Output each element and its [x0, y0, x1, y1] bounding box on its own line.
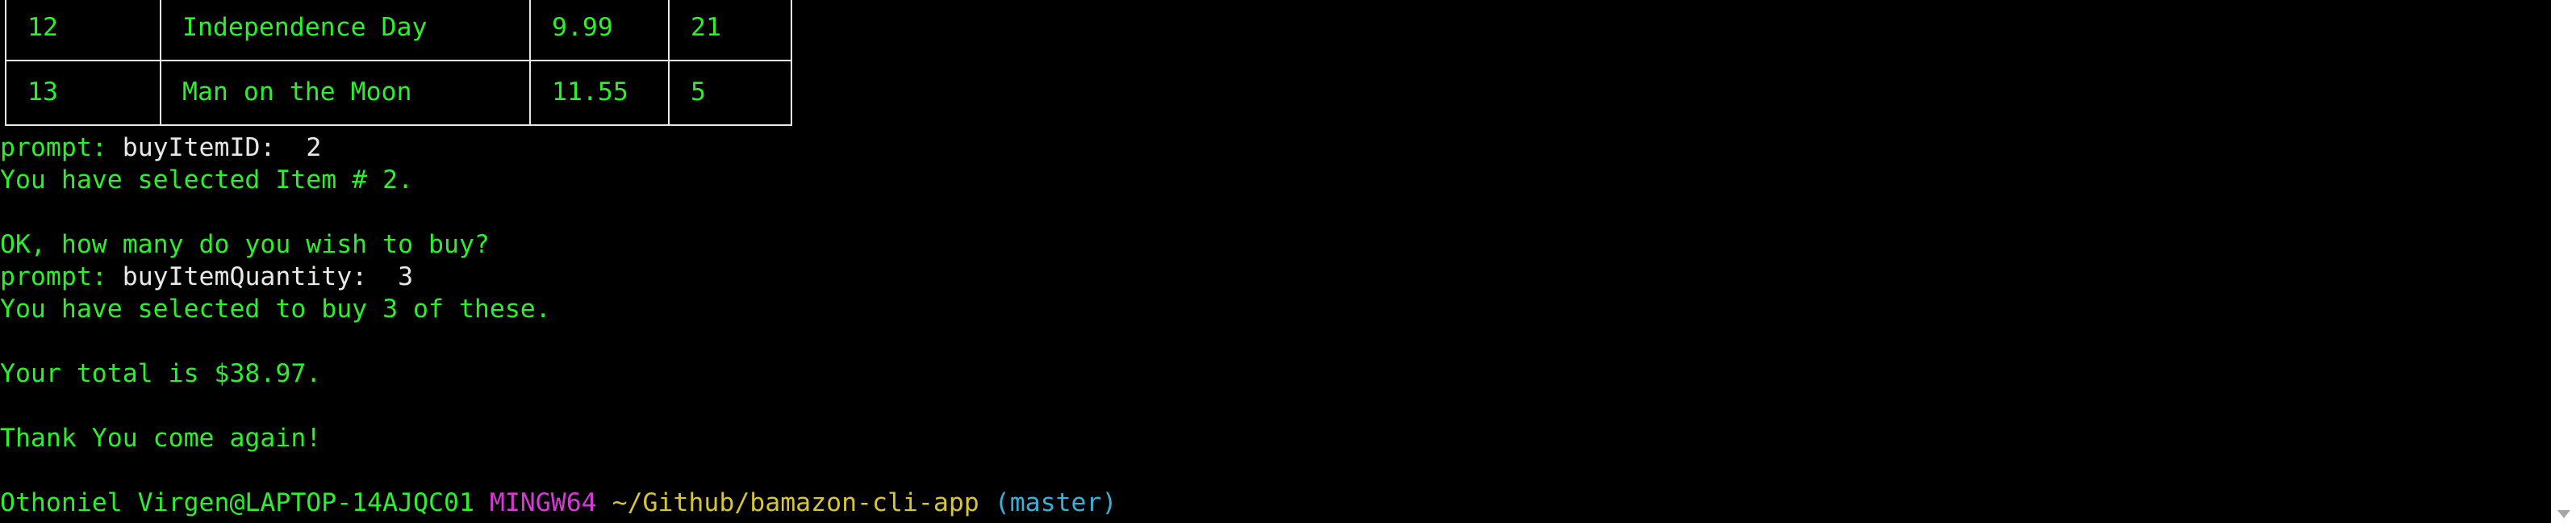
price-cell: 9.99 — [529, 0, 670, 61]
products-table: 12 Independence Day 9.99 21 13 Man on the Moo… — [5, 0, 792, 126]
buy-item-quantity-field: buyItemQuantity: — [122, 262, 368, 291]
item-id-cell: 13 — [5, 60, 161, 126]
item-id-cell: 12 — [5, 0, 161, 61]
terminal-output[interactable]: 12 Independence Day 9.99 21 13 Man on the Moo… — [0, 0, 2549, 523]
shell-path: ~/Github/bamazon-cli-app — [612, 488, 979, 517]
goodbye-message: Thank You come again! — [0, 424, 322, 453]
table-row: 12 Independence Day 9.99 21 — [5, 0, 792, 61]
total-message: Your total is $38.97. — [0, 359, 322, 388]
selected-item-message: You have selected Item # 2. — [0, 165, 414, 195]
buy-item-id-prompt-line: prompt: buyItemID: 2 — [0, 132, 321, 164]
price-cell: 11.55 — [529, 60, 670, 126]
shell-branch: (master) — [994, 488, 1117, 517]
product-name-cell: Independence Day — [160, 0, 531, 61]
buy-item-id-value: 2 — [306, 133, 322, 162]
shell-prompt: Othoniel Virgen@LAPTOP-14AJQC01 MINGW64 … — [0, 487, 1117, 519]
shell-system: MINGW64 — [489, 488, 597, 517]
vertical-scrollbar[interactable] — [2551, 0, 2576, 523]
shell-user-host: Othoniel Virgen@LAPTOP-14AJQC01 — [0, 488, 474, 517]
buy-item-quantity-prompt-line: prompt: buyItemQuantity: 3 — [0, 261, 413, 293]
stock-quantity-cell: 5 — [668, 60, 792, 126]
selected-quantity-message: You have selected to buy 3 of these. — [0, 295, 551, 324]
stock-quantity-cell: 21 — [668, 0, 792, 61]
ask-quantity-message: OK, how many do you wish to buy? — [0, 230, 490, 259]
prompt-label: prompt: — [0, 133, 107, 162]
product-name-cell: Man on the Moon — [160, 60, 531, 126]
table-row: 13 Man on the Moon 11.55 5 — [5, 60, 792, 126]
buy-item-id-field: buyItemID: — [122, 133, 276, 162]
prompt-label: prompt: — [0, 262, 107, 291]
scroll-down-arrow-icon[interactable] — [2557, 510, 2570, 518]
buy-item-quantity-value: 3 — [398, 262, 414, 291]
